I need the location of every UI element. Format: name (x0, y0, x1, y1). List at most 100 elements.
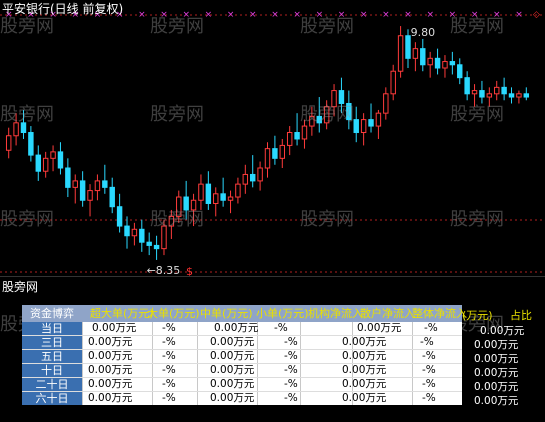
candle-body (301, 125, 308, 140)
candle (301, 119, 308, 149)
candle-body (146, 241, 152, 246)
candle (13, 113, 19, 146)
row-label: 当日 (22, 322, 82, 335)
candle (139, 219, 145, 252)
candle (94, 174, 101, 201)
header-cell: 资金博弈 (30, 307, 74, 320)
candle-body (139, 228, 145, 243)
candle (420, 38, 426, 72)
candle (375, 109, 382, 139)
candle-body (279, 144, 286, 159)
candle-body (72, 180, 78, 188)
candle (42, 151, 49, 178)
candle (471, 84, 478, 107)
candle-body (501, 86, 507, 95)
candle (190, 193, 197, 227)
cell-value: -% (162, 378, 176, 390)
candle-body (412, 48, 419, 59)
candle (220, 177, 226, 207)
candle (383, 87, 389, 120)
cell-value: -% (424, 322, 438, 334)
candle-body (131, 228, 138, 237)
table-row: 当日 0.00万元 -% 0.00万元 -% 0.00万元 -% (22, 322, 462, 335)
candle-body (442, 61, 448, 69)
overflow-value: 0.00万元 (480, 325, 525, 337)
candle-body (213, 193, 219, 204)
cell-value: 0.00万元 (210, 350, 255, 362)
candle-body (420, 48, 426, 66)
candle-body (242, 173, 249, 185)
candle-body (479, 90, 485, 98)
candle (57, 142, 64, 175)
candle-body (457, 64, 463, 79)
candle (316, 97, 322, 133)
row-label: 十日 (22, 364, 82, 377)
candle (368, 103, 374, 133)
header-cell: 整体净流入 (412, 307, 467, 320)
candle (257, 161, 263, 191)
candle-body (390, 70, 396, 95)
candle-body (516, 93, 522, 98)
candle-body (323, 106, 330, 124)
cell-value: 0.00万元 (214, 322, 259, 334)
candle (20, 109, 27, 139)
candle-body (286, 132, 293, 146)
candle (87, 184, 93, 217)
signal-marker: × (338, 10, 346, 20)
candle (479, 80, 485, 104)
candle-body (294, 132, 300, 140)
candle (35, 145, 41, 181)
candle-body (35, 154, 41, 172)
candle-body (427, 57, 433, 66)
row-label: 六十日 (22, 392, 82, 405)
candle (235, 177, 241, 204)
table-header: 资金博弈 超大单(万元) 大单(万元) 中单(万元) 小单(万元) 机构净流入 … (22, 305, 467, 322)
candle-body (13, 122, 19, 137)
cell-value: 0.00万元 (88, 364, 133, 376)
candle (109, 177, 115, 214)
candle (397, 26, 404, 78)
candle-body (523, 93, 530, 98)
candle (153, 235, 160, 260)
candle-body (375, 112, 382, 127)
signal-marker: × (426, 10, 434, 20)
candle (124, 216, 130, 249)
candle-body (405, 35, 411, 59)
cell-value: 0.00万元 (210, 364, 255, 376)
candle (323, 100, 330, 130)
candle (442, 55, 448, 78)
candle (131, 222, 138, 246)
candle-body (235, 183, 241, 198)
cell-value: -% (420, 336, 434, 348)
cell-value: 0.00万元 (88, 336, 133, 348)
candle-body (220, 193, 226, 201)
price-chart[interactable]: × × × × × × × × × × × × × × × × × × × × × × × ×9.80←8.35 $◇ (0, 0, 545, 276)
candle (405, 29, 411, 68)
cell-value: 0.00万元 (342, 392, 387, 404)
cell-value: -% (422, 392, 436, 404)
candle (198, 174, 204, 210)
cell-value: -% (284, 364, 298, 376)
cell-value: 0.00万元 (342, 378, 387, 390)
candle-body (309, 115, 315, 127)
cell-value: -% (284, 378, 298, 390)
candle-body (331, 90, 337, 108)
signal-marker: × (360, 10, 368, 20)
header-cell: 大单(万元) (147, 307, 200, 320)
candle (346, 90, 352, 130)
candle-body (57, 151, 64, 169)
candle (168, 209, 175, 239)
signal-marker: × (382, 10, 390, 20)
high-price-label: 9.80 (411, 26, 436, 39)
row-label: 二十日 (22, 378, 82, 391)
candle-body (153, 244, 160, 250)
candle-body (205, 183, 212, 204)
candle (146, 232, 152, 256)
cell-value: 0.00万元 (342, 350, 387, 362)
candle (205, 171, 212, 210)
cell-value: 0.00万元 (342, 364, 387, 376)
candle-body (464, 77, 470, 95)
candle-body (316, 115, 322, 124)
candle (294, 113, 300, 146)
signal-marker: × (471, 10, 479, 20)
